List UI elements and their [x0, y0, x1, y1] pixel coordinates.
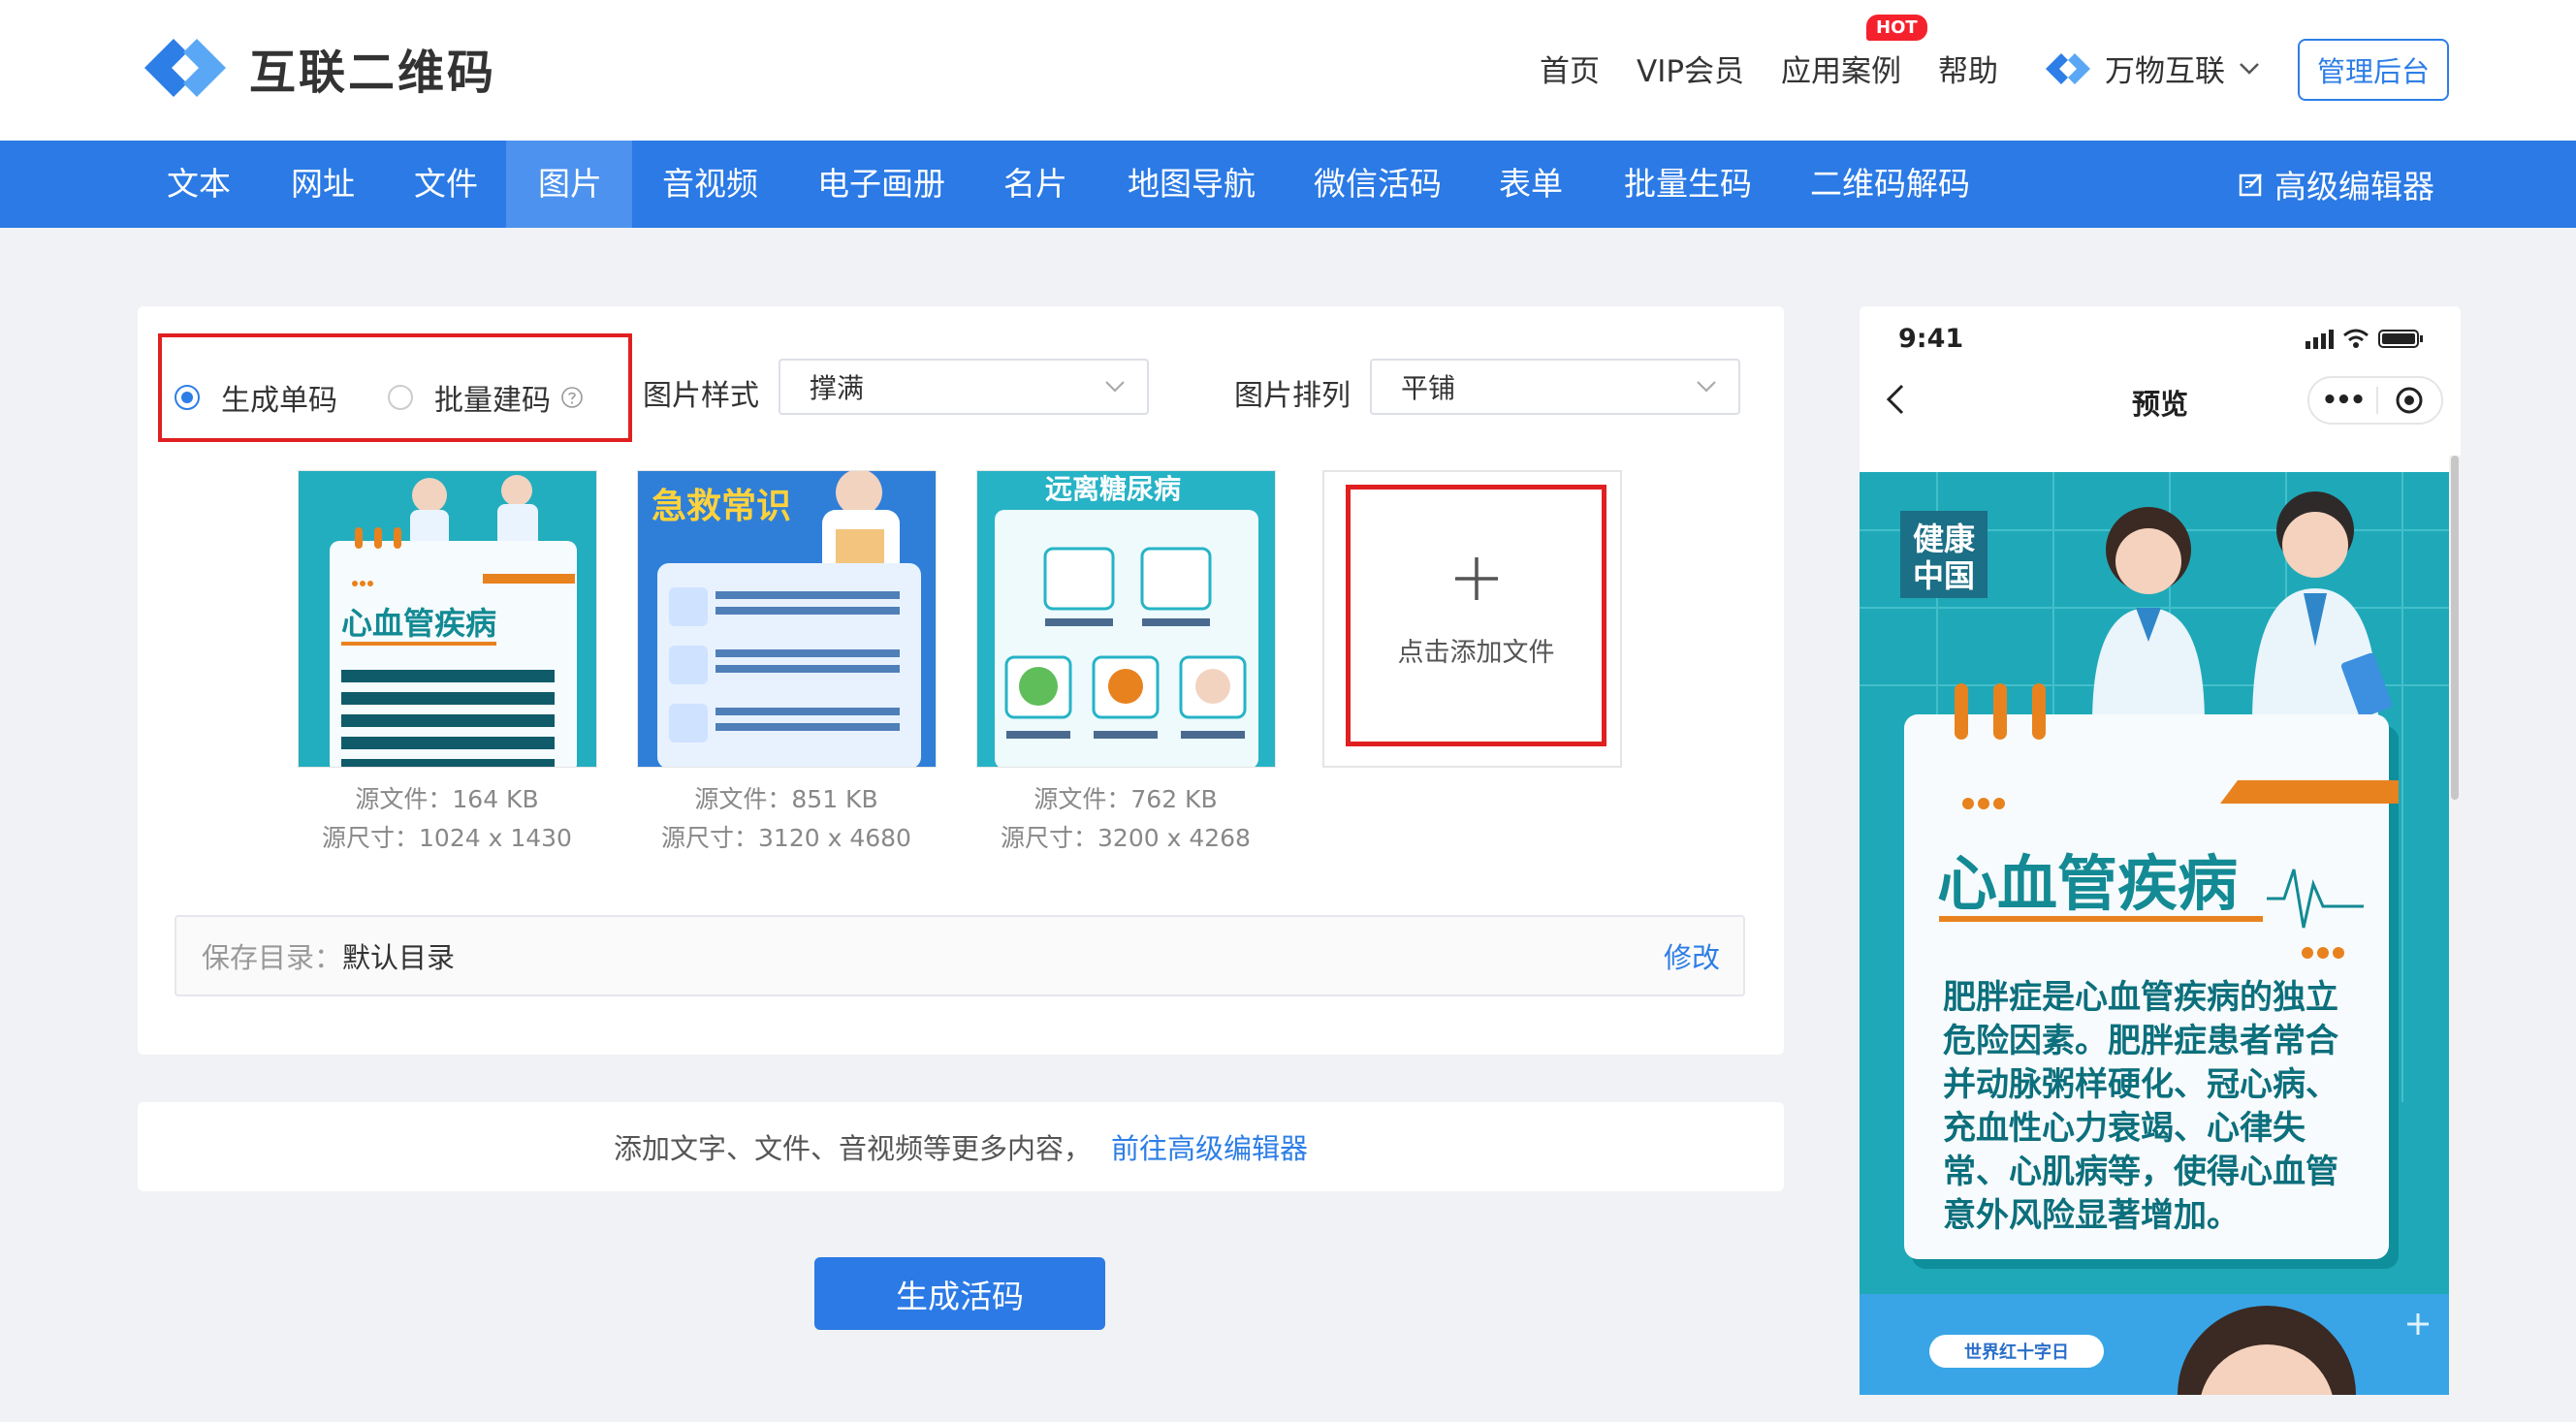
add-file-label: 点击添加文件	[1397, 637, 1555, 668]
image-style-value: 撑满	[810, 372, 865, 404]
image-style-label: 图片样式	[643, 379, 759, 413]
poster-body-line5: 常、心肌病等，使得心血管	[1943, 1153, 2338, 1191]
image-1-dims: 源尺寸：1024 x 1430	[322, 824, 572, 852]
status-bar-icons	[2306, 329, 2423, 349]
image-2-dims: 源尺寸：3120 x 4680	[661, 824, 911, 852]
poster-body-line4: 充血性心力衰竭、心律失	[1943, 1109, 2306, 1148]
image-3-dims: 源尺寸：3200 x 4268	[1001, 824, 1251, 852]
nav-home[interactable]: 首页	[1540, 47, 1600, 90]
poster-body-line2: 危险因素。肥胖症患者常合	[1943, 1022, 2338, 1060]
more-content-text: 添加文字、文件、音视频等更多内容，	[613, 1132, 1092, 1165]
poster-diabetes-thumbnail: 远离糖尿病	[977, 471, 1275, 767]
help-circle-icon[interactable]	[560, 386, 584, 409]
radio-batch-label: 批量建码	[434, 384, 551, 418]
close-target-icon[interactable]	[2378, 386, 2441, 415]
hot-badge: HOT	[1866, 15, 1927, 41]
image-layout-label: 图片排列	[1234, 379, 1351, 413]
thumb-1-title: 心血管疾病	[341, 605, 496, 642]
site-logo[interactable]: 互联二维码	[139, 33, 496, 103]
add-file-button[interactable]: 点击添加文件	[1346, 485, 1606, 746]
advanced-editor-label: 高级编辑器	[2274, 168, 2434, 205]
radio-single-label: 生成单码	[221, 384, 337, 418]
menu-item-url[interactable]: 网址	[291, 141, 355, 228]
org-logo-icon	[2046, 52, 2091, 84]
preview-poster: 健康 中国 心血管疾病 肥胖症是心血管疾病的独立 危险因素。肥胖症患者常合 并动…	[1860, 472, 2449, 1395]
chevron-down-icon	[1697, 381, 1716, 393]
image-3-size: 源文件：762 KB	[1034, 785, 1218, 813]
thumb-3-banner: 远离糖尿病	[1045, 473, 1181, 505]
nav-help[interactable]: 帮助	[1938, 47, 1998, 90]
nav-vip[interactable]: VIP会员	[1637, 47, 1744, 90]
top-header: 互联二维码 首页 VIP会员 应用案例 HOT 帮助 万物互联 管理后台	[0, 0, 2576, 141]
generate-code-button[interactable]: 生成活码	[814, 1257, 1105, 1330]
menu-item-album[interactable]: 电子画册	[817, 141, 945, 228]
save-directory-edit[interactable]: 修改	[1664, 935, 1720, 976]
poster-body-line1: 肥胖症是心血管疾病的独立	[1943, 978, 2338, 1017]
poster-body-line6: 意外风险显著增加。	[1943, 1196, 2240, 1235]
org-switcher[interactable]: 万物互联	[2043, 47, 2260, 90]
image-1-size: 源文件：164 KB	[355, 785, 539, 813]
save-directory-value: 默认目录	[342, 941, 456, 974]
radio-unselected-icon	[388, 385, 413, 410]
open-advanced-editor-link[interactable]: 前往高级编辑器	[1111, 1126, 1308, 1167]
miniprogram-capsule: •••	[2307, 376, 2443, 425]
radio-batch-code[interactable]: 批量建码	[388, 376, 584, 419]
menu-item-decode[interactable]: 二维码解码	[1810, 141, 1970, 228]
menu-item-text[interactable]: 文本	[167, 141, 231, 228]
category-menu: 文本 网址 文件 图片 音视频 电子画册 名片 地图导航 微信活码 表单 批量生…	[0, 141, 2576, 228]
chevron-down-icon	[1105, 381, 1125, 393]
image-2-size: 源文件：851 KB	[694, 785, 878, 813]
edit-icon	[2239, 174, 2262, 197]
image-thumbnail-3[interactable]: 远离糖尿病	[976, 470, 1276, 768]
menu-item-batch[interactable]: 批量生码	[1624, 141, 1752, 228]
menu-item-card[interactable]: 名片	[1003, 141, 1067, 228]
plus-icon	[1454, 556, 1498, 600]
radio-selected-icon	[175, 385, 200, 410]
menu-item-av[interactable]: 音视频	[662, 141, 758, 228]
image-layout-select[interactable]: 平铺	[1370, 359, 1740, 415]
image-style-select[interactable]: 撑满	[779, 359, 1149, 415]
status-time: 9:41	[1898, 324, 1964, 354]
top-nav: 首页 VIP会员 应用案例 HOT 帮助 万物互联	[1540, 15, 2260, 90]
image-thumbnail-2[interactable]: 急救常识	[637, 470, 937, 768]
poster-title: 心血管疾病	[1937, 848, 2238, 919]
chevron-down-icon	[2240, 62, 2259, 75]
logo-icon	[144, 39, 226, 97]
poster-badge-line2: 中国	[1913, 557, 1975, 594]
menu-item-form[interactable]: 表单	[1499, 141, 1563, 228]
menu-item-file[interactable]: 文件	[414, 141, 478, 228]
preview-scroll-thumb[interactable]	[2451, 456, 2459, 800]
nav-cases-label: 应用案例	[1781, 54, 1902, 89]
admin-button[interactable]: 管理后台	[2298, 39, 2449, 101]
thumb-2-banner: 急救常识	[652, 487, 791, 526]
radio-single-code[interactable]: 生成单码	[175, 376, 337, 419]
poster2-label: 世界红十字日	[1964, 1342, 2069, 1363]
more-dots-icon[interactable]: •••	[2309, 386, 2376, 415]
poster-cardio-thumbnail: 心血管疾病	[299, 471, 596, 767]
menu-item-map[interactable]: 地图导航	[1128, 141, 1256, 228]
save-directory-row: 保存目录： 默认目录 修改	[175, 915, 1745, 996]
poster-body-line3: 并动脉粥样硬化、冠心病、	[1943, 1065, 2338, 1104]
nav-cases[interactable]: 应用案例 HOT	[1781, 15, 1927, 90]
brand-name: 互联二维码	[249, 46, 497, 100]
poster-badge-line1: 健康	[1913, 521, 1976, 557]
menu-item-wechat[interactable]: 微信活码	[1314, 141, 1442, 228]
image-thumbnail-1[interactable]: 心血管疾病	[298, 470, 597, 768]
save-directory-label: 保存目录：	[202, 941, 343, 974]
menu-item-image[interactable]: 图片	[538, 141, 602, 228]
cardio-poster-image: 健康 中国 心血管疾病 肥胖症是心血管疾病的独立 危险因素。肥胖症患者常合 并动…	[1860, 472, 2449, 1395]
org-name: 万物互联	[2105, 54, 2226, 89]
advanced-editor-link[interactable]: 高级编辑器	[2238, 141, 2434, 228]
more-content-bar: 添加文字、文件、音视频等更多内容， 前往高级编辑器	[138, 1102, 1784, 1191]
image-layout-value: 平铺	[1401, 372, 1456, 404]
poster-first-aid-thumbnail: 急救常识	[638, 471, 936, 767]
